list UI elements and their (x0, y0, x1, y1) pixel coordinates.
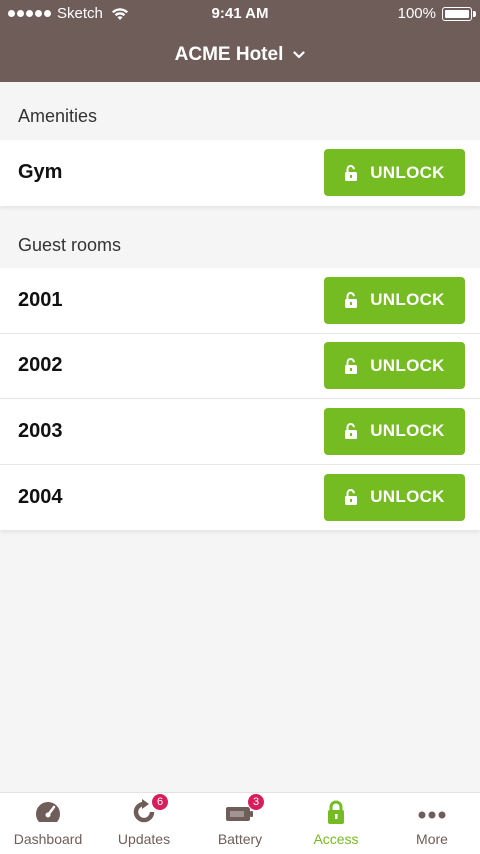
unlock-label: UNLOCK (370, 355, 445, 375)
tab-updates[interactable]: 6 Updates (96, 793, 192, 854)
list-item-room: 2003 UNLOCK (0, 399, 480, 465)
section-label-guest-rooms: Guest rooms (18, 235, 122, 255)
tab-battery[interactable]: 3 Battery (192, 793, 288, 854)
room-name: 2002 (18, 354, 63, 377)
guest-rooms-list: 2001 UNLOCK 2002 UNLOCK 2003 UNLOCK 2004… (0, 268, 480, 530)
unlock-button[interactable]: UNLOCK (324, 342, 465, 390)
hotel-selector[interactable]: ACME Hotel (0, 40, 480, 70)
battery-status-icon (442, 6, 476, 21)
list-item-room: 2004 UNLOCK (0, 465, 480, 531)
tab-label: Updates (117, 831, 171, 847)
unlock-button[interactable]: UNLOCK (324, 276, 465, 324)
room-name: Gym (18, 161, 63, 184)
tab-more[interactable]: More (384, 793, 480, 854)
unlock-button[interactable]: UNLOCK (324, 407, 465, 455)
app-header: Sketch 9:41 AM 100% ACME Hotel (0, 0, 480, 82)
unlock-button[interactable]: UNLOCK (324, 473, 465, 521)
room-name: 2001 (18, 288, 63, 311)
updates-badge: 6 (151, 793, 169, 811)
speedometer-icon (35, 802, 61, 822)
list-item-room: 2001 UNLOCK (0, 268, 480, 334)
tab-bar: Dashboard 6 Updates 3 Battery Access Mor… (0, 792, 480, 854)
battery-percent: 100% (397, 5, 436, 22)
tab-dashboard[interactable]: Dashboard (0, 793, 96, 854)
lock-icon (328, 800, 344, 824)
page-title: ACME Hotel (174, 44, 284, 65)
unlock-label: UNLOCK (370, 290, 445, 310)
tab-label: Dashboard (13, 831, 83, 847)
battery-icon-wrap: 3 (225, 793, 265, 825)
list-item-room: 2002 UNLOCK (0, 334, 480, 399)
more-icon (418, 811, 446, 819)
unlock-button[interactable]: UNLOCK (324, 149, 465, 197)
unlock-label: UNLOCK (370, 421, 445, 441)
unlock-label: UNLOCK (370, 487, 445, 507)
unlocked-padlock-icon (345, 423, 358, 440)
tab-access[interactable]: Access (288, 793, 384, 854)
refresh-icon-wrap: 6 (129, 793, 169, 825)
amenities-list: Gym UNLOCK (0, 140, 480, 206)
chevron-down-icon (293, 51, 305, 59)
list-item-gym: Gym UNLOCK (0, 140, 480, 206)
tab-label: More (416, 831, 448, 847)
unlock-label: UNLOCK (370, 162, 445, 182)
status-right: 100% (397, 5, 476, 22)
unlocked-padlock-icon (345, 489, 358, 506)
battery-badge: 3 (247, 793, 265, 811)
room-name: 2003 (18, 419, 63, 442)
tab-label: Access (313, 831, 359, 847)
unlocked-padlock-icon (345, 357, 358, 374)
section-label-amenities: Amenities (18, 106, 98, 126)
unlocked-padlock-icon (345, 292, 358, 309)
status-bar: Sketch 9:41 AM 100% (0, 0, 480, 28)
room-name: 2004 (18, 485, 63, 508)
tab-label: Battery (217, 831, 263, 847)
unlocked-padlock-icon (345, 164, 358, 181)
